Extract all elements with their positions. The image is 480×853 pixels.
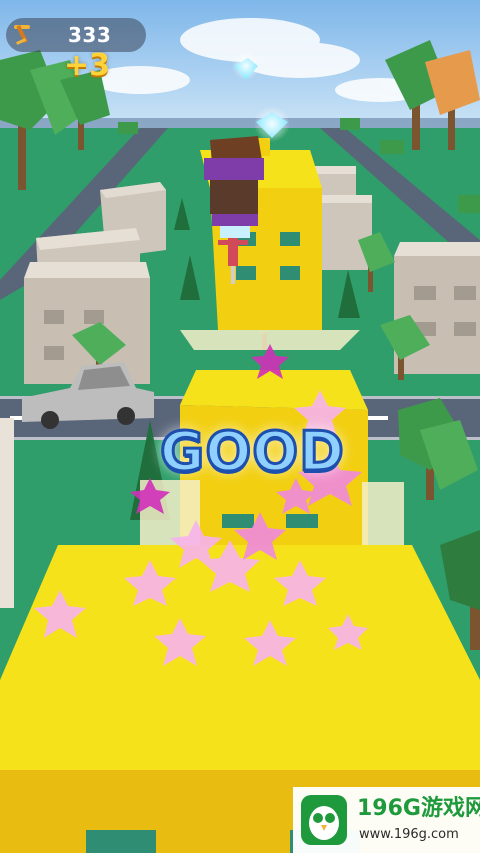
building-gray-right-mid	[322, 195, 372, 270]
score-bonus: +3	[64, 48, 111, 83]
owl-logo-icon	[301, 795, 347, 845]
watermark: 196G游戏网 www.196g.com	[293, 787, 480, 853]
score-panel: 333	[6, 18, 146, 52]
building-gray-left-edge	[0, 418, 14, 608]
score-value: 333	[68, 23, 112, 47]
watermark-site-name: 196G游戏网	[357, 796, 480, 821]
good-feedback-text: GOOD	[159, 419, 346, 485]
pogo-stick-icon	[14, 24, 30, 45]
watermark-url[interactable]: www.196g.com	[359, 827, 459, 843]
